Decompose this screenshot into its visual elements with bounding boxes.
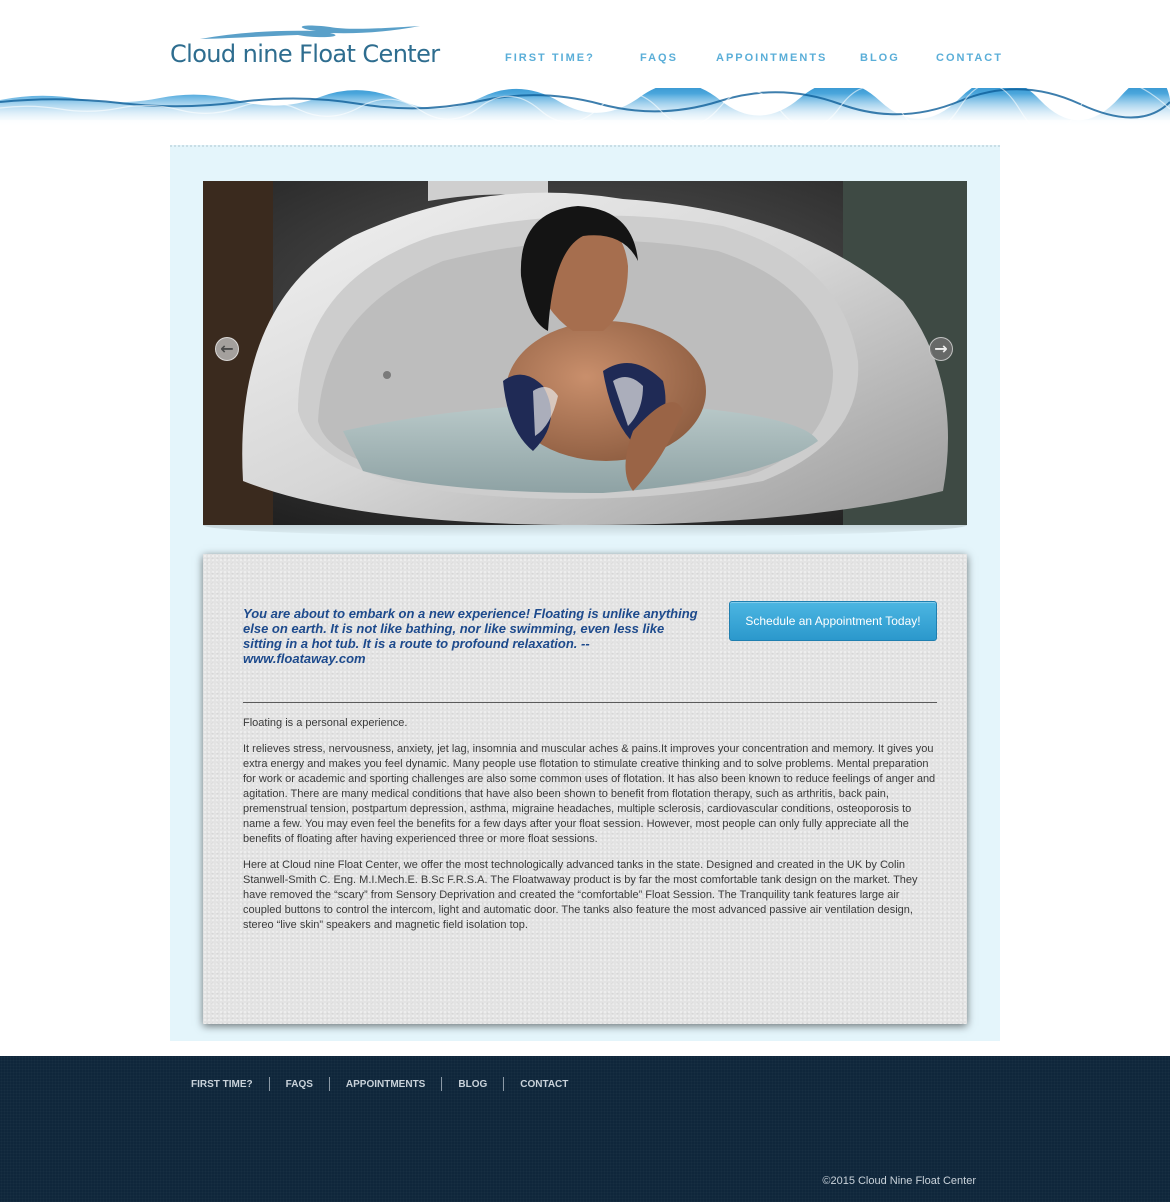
slider-shadow [203, 525, 967, 537]
float-tank-photo [203, 181, 967, 525]
footer-nav-divider [328, 1077, 330, 1091]
site-logo[interactable]: Cloud nine Float Center [168, 24, 440, 74]
copyright-text: ©2015 Cloud Nine Float Center [822, 1175, 976, 1187]
footer-nav-divider [441, 1077, 443, 1091]
logo-text: Cloud nine Float Center [170, 40, 440, 68]
nav-first-time[interactable]: FIRST TIME? [505, 52, 595, 64]
image-slider[interactable]: ← → [203, 181, 967, 525]
footer-nav: FIRST TIME? FAQS APPOINTMENTS BLOG CONTA… [191, 1077, 568, 1091]
slider-next-arrow-icon[interactable]: → [929, 337, 953, 361]
nav-faqs[interactable]: FAQS [640, 52, 678, 64]
nav-appointments[interactable]: APPOINTMENTS [716, 52, 827, 64]
footer-nav-appointments[interactable]: APPOINTMENTS [346, 1079, 425, 1090]
body-paragraph: Here at Cloud nine Float Center, we offe… [243, 859, 918, 931]
body-paragraph: Floating is a personal experience. [243, 717, 408, 729]
slider-prev-arrow-icon[interactable]: ← [215, 337, 239, 361]
footer-nav-first-time[interactable]: FIRST TIME? [191, 1079, 253, 1090]
schedule-appointment-button[interactable]: Schedule an Appointment Today! [729, 601, 937, 641]
site-header: Cloud nine Float Center FIRST TIME? FAQS… [0, 0, 1170, 158]
footer-nav-contact[interactable]: CONTACT [520, 1079, 568, 1090]
site-footer: FIRST TIME? FAQS APPOINTMENTS BLOG CONTA… [0, 1056, 1170, 1202]
footer-nav-blog[interactable]: BLOG [458, 1079, 487, 1090]
body-paragraph: It relieves stress, nervousness, anxiety… [243, 743, 936, 845]
nav-contact[interactable]: CONTACT [936, 52, 1003, 64]
footer-nav-divider [268, 1077, 270, 1091]
body-text: Floating is a personal experience. It re… [243, 716, 939, 944]
main-content-panel: ← → You are about to embark on a new exp… [170, 145, 1000, 1041]
content-divider [243, 702, 937, 703]
nav-blog[interactable]: BLOG [860, 52, 900, 64]
footer-nav-divider [503, 1077, 505, 1091]
footer-nav-faqs[interactable]: FAQS [286, 1079, 313, 1090]
intro-quote: You are about to embark on a new experie… [243, 606, 698, 666]
intro-card: You are about to embark on a new experie… [203, 554, 967, 1024]
